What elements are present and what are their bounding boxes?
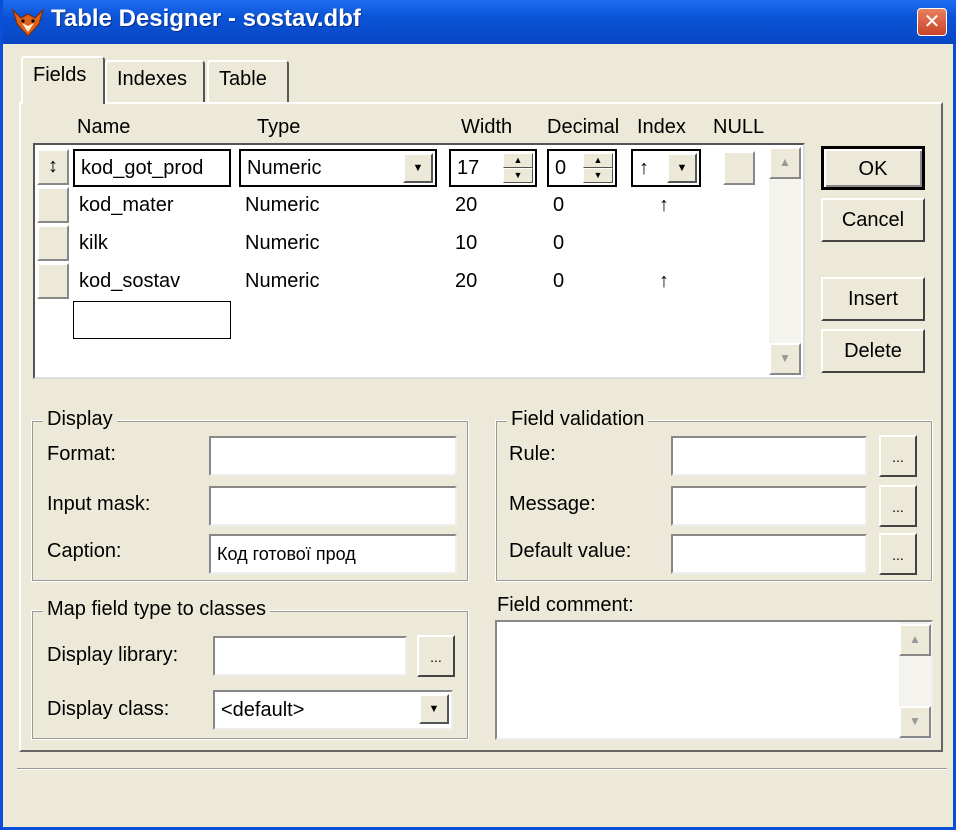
tab-table-label: Table — [219, 68, 267, 90]
input-mask-label: Input mask: — [47, 493, 151, 515]
fields-grid[interactable]: ↕ kod_got_prod Numeric ▼ 17 ▲ ▼ 0 ▲ ▼ ↑ … — [33, 143, 805, 379]
field-decimal-cell[interactable]: 0 — [553, 225, 564, 261]
display-class-value: <default> — [221, 699, 305, 721]
row-selector[interactable] — [37, 263, 69, 299]
field-type-cell[interactable]: Numeric — [245, 263, 319, 299]
field-width-cell[interactable]: 10 — [455, 225, 477, 261]
rule-field[interactable] — [671, 436, 867, 476]
spin-up-icon[interactable]: ▲ — [503, 153, 533, 168]
chevron-down-icon[interactable]: ▼ — [419, 694, 449, 724]
window-title: Table Designer - sostav.dbf — [51, 5, 361, 32]
chevron-down-icon[interactable]: ▼ — [667, 153, 697, 183]
field-comment-textarea[interactable]: ▲ ▼ — [495, 620, 933, 740]
rule-label: Rule: — [509, 443, 556, 465]
chevron-down-icon[interactable]: ▼ — [403, 153, 433, 183]
scroll-down-icon[interactable]: ▼ — [899, 706, 931, 738]
insert-button[interactable]: Insert — [821, 277, 925, 321]
tab-indexes[interactable]: Indexes — [105, 60, 205, 102]
spin-up-icon[interactable]: ▲ — [583, 153, 613, 168]
delete-button[interactable]: Delete — [821, 329, 925, 373]
field-name-input[interactable]: kod_got_prod — [73, 149, 231, 187]
index-ascending-icon[interactable]: ↑ — [659, 263, 669, 299]
column-header-index: Index — [637, 116, 686, 138]
grid-scrollbar[interactable]: ▲ ▼ — [769, 147, 801, 375]
caption-label: Caption: — [47, 540, 122, 562]
row-selector[interactable] — [37, 225, 69, 261]
field-name-cell[interactable]: kod_mater — [79, 187, 174, 223]
format-field[interactable] — [209, 436, 457, 476]
field-decimal-cell[interactable]: 0 — [553, 187, 564, 223]
default-value-label: Default value: — [509, 540, 632, 562]
format-label: Format: — [47, 443, 116, 465]
field-validation-group-title: Field validation — [507, 408, 649, 431]
field-decimal-value: 0 — [555, 157, 567, 179]
tab-fields[interactable]: Fields — [21, 56, 105, 104]
new-field-name-input[interactable] — [73, 301, 231, 339]
field-name-cell[interactable]: kod_sostav — [79, 263, 180, 299]
display-group-title: Display — [43, 408, 117, 431]
status-divider — [17, 768, 947, 770]
column-header-type: Type — [257, 116, 301, 138]
field-comment-label: Field comment: — [497, 594, 634, 616]
field-width-spinner[interactable]: 17 ▲ ▼ — [449, 149, 537, 187]
tab-table[interactable]: Table — [207, 60, 289, 102]
null-toggle-button[interactable] — [723, 151, 755, 185]
index-ascending-icon: ↑ — [639, 157, 649, 179]
row-selector[interactable] — [37, 187, 69, 223]
display-class-label: Display class: — [47, 698, 170, 720]
column-header-null: NULL — [713, 116, 765, 138]
tab-indexes-label: Indexes — [117, 68, 188, 90]
field-decimal-spinner[interactable]: 0 ▲ ▼ — [547, 149, 617, 187]
row-move-icon: ↕ — [48, 155, 58, 177]
cancel-button[interactable]: Cancel — [821, 198, 925, 242]
scroll-up-icon[interactable]: ▲ — [769, 147, 801, 179]
display-library-field[interactable] — [213, 636, 407, 676]
tab-fields-label: Fields — [33, 64, 87, 86]
scroll-down-icon[interactable]: ▼ — [769, 343, 801, 375]
default-value-field[interactable] — [671, 534, 867, 574]
field-type-cell[interactable]: Numeric — [245, 187, 319, 223]
rule-builder-button[interactable]: ... — [879, 435, 917, 477]
column-header-decimal: Decimal — [547, 116, 620, 138]
column-header-width: Width — [461, 116, 513, 138]
message-label: Message: — [509, 493, 596, 515]
table-designer-window: Table Designer - sostav.dbf ✕ Fields Ind… — [0, 0, 956, 830]
index-ascending-icon[interactable]: ↑ — [659, 187, 669, 223]
field-width-cell[interactable]: 20 — [455, 263, 477, 299]
row-selector[interactable]: ↕ — [37, 149, 69, 185]
field-index-select[interactable]: ↑ ▼ — [631, 149, 701, 187]
message-field[interactable] — [671, 486, 867, 526]
title-bar[interactable]: Table Designer - sostav.dbf ✕ — [3, 0, 956, 44]
comment-scrollbar[interactable]: ▲ ▼ — [899, 622, 931, 738]
field-width-value: 17 — [457, 157, 480, 179]
map-field-type-group-title: Map field type to classes — [43, 598, 270, 621]
input-mask-field[interactable] — [209, 486, 457, 526]
default-value-builder-button[interactable]: ... — [879, 533, 917, 575]
column-header-name: Name — [77, 116, 131, 138]
display-library-label: Display library: — [47, 644, 179, 666]
scroll-up-icon[interactable]: ▲ — [899, 624, 931, 656]
field-type-cell[interactable]: Numeric — [245, 225, 319, 261]
foxpro-fox-icon — [11, 7, 45, 37]
display-class-select[interactable]: <default> ▼ — [213, 690, 453, 730]
spin-down-icon[interactable]: ▼ — [583, 168, 613, 183]
spin-down-icon[interactable]: ▼ — [503, 168, 533, 183]
field-decimal-cell[interactable]: 0 — [553, 263, 564, 299]
field-width-cell[interactable]: 20 — [455, 187, 477, 223]
close-button[interactable]: ✕ — [917, 8, 947, 36]
field-name-cell[interactable]: kilk — [79, 225, 108, 261]
message-builder-button[interactable]: ... — [879, 485, 917, 527]
field-type-value: Numeric — [247, 157, 322, 179]
caption-field[interactable]: Код готової прод — [209, 534, 457, 574]
display-library-builder-button[interactable]: ... — [417, 635, 455, 677]
field-type-select[interactable]: Numeric ▼ — [239, 149, 437, 187]
close-icon: ✕ — [923, 11, 941, 33]
ok-button[interactable]: OK — [821, 146, 925, 190]
